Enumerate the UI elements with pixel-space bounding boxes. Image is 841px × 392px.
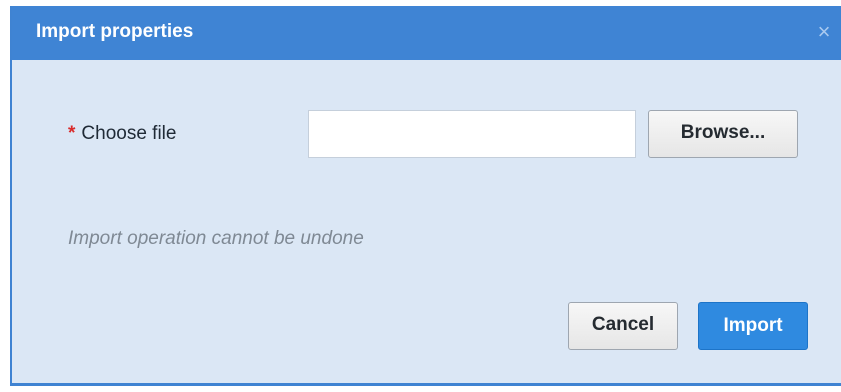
choose-file-label-text: Choose file (81, 123, 177, 144)
dialog-title: Import properties (36, 21, 194, 42)
file-path-input[interactable] (308, 110, 636, 158)
close-icon[interactable]: × (813, 19, 835, 45)
import-button[interactable]: Import (698, 302, 808, 350)
choose-file-label: * Choose file (68, 123, 176, 145)
required-marker: * (68, 123, 76, 144)
import-properties-dialog: Import properties × * Choose file Browse.… (10, 6, 841, 386)
import-warning-note: Import operation cannot be undone (68, 228, 364, 249)
cancel-button[interactable]: Cancel (568, 302, 678, 350)
dialog-titlebar: Import properties × (12, 6, 841, 60)
browse-button[interactable]: Browse... (648, 110, 798, 158)
